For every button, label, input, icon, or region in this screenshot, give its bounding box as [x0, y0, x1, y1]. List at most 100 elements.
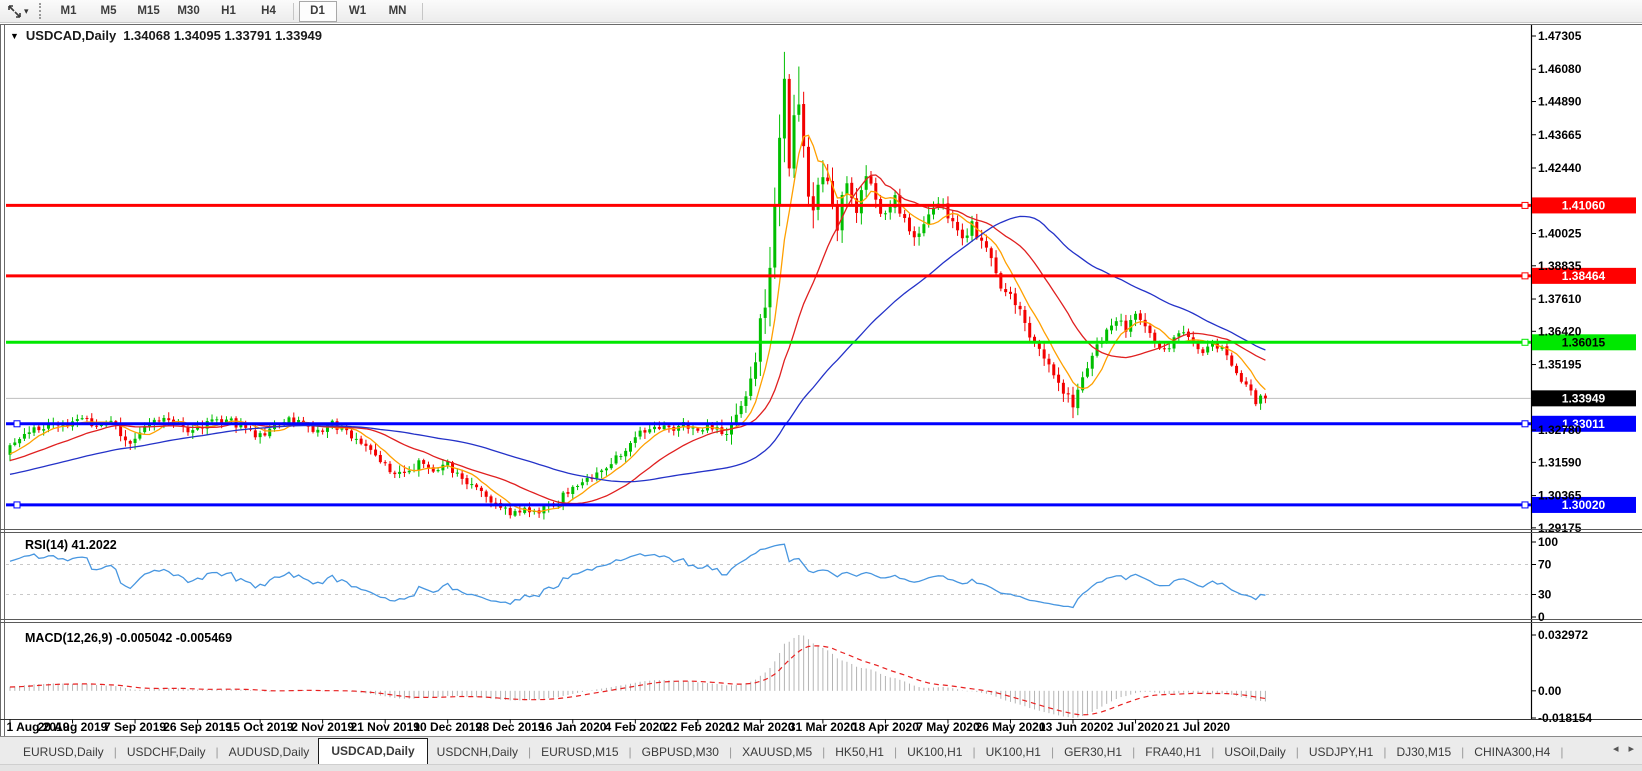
tab-fra40-h1[interactable]: FRA40,H1 — [1136, 741, 1210, 764]
candle-body — [725, 434, 729, 436]
line-handle[interactable] — [13, 420, 21, 428]
candle-body — [821, 177, 825, 185]
candle-body — [85, 417, 89, 419]
chevron-down-icon[interactable]: ▾ — [24, 6, 29, 17]
candle-body — [508, 508, 512, 516]
candle-body — [1047, 358, 1051, 365]
timeframe-button-d1[interactable]: D1 — [298, 0, 337, 22]
date-axis-label: 16 Jan 2020 — [539, 720, 607, 734]
timeframe-button-m15[interactable]: M15 — [130, 1, 168, 22]
candle-body — [619, 456, 623, 458]
collapse-triangle-icon[interactable]: ▼ — [10, 31, 19, 41]
candle-body — [513, 511, 517, 516]
candle-body — [393, 472, 397, 475]
candle-body — [956, 221, 960, 231]
line-handle[interactable] — [1521, 501, 1529, 509]
date-axis-label: 21 Nov 2019 — [350, 720, 420, 734]
macd-axis-label: -0.018154 — [1538, 711, 1592, 725]
candle-body — [662, 425, 666, 430]
line-handle[interactable] — [1521, 420, 1529, 428]
tab-uk100-h1[interactable]: UK100,H1 — [977, 741, 1050, 764]
line-handle[interactable] — [1521, 272, 1529, 280]
tab-usdcnh-daily[interactable]: USDCNH,Daily — [428, 741, 527, 764]
candle-body — [907, 217, 911, 232]
tab-eurusd-m15[interactable]: EURUSD,M15 — [532, 741, 627, 764]
tab-usdjpy-h1[interactable]: USDJPY,H1 — [1300, 741, 1382, 764]
timeframe-button-h1[interactable]: H1 — [210, 1, 248, 22]
tab-gbpusd-m30[interactable]: GBPUSD,M30 — [633, 741, 728, 764]
candle-body — [758, 318, 762, 362]
candle-body — [604, 468, 608, 471]
candle-body — [633, 437, 637, 443]
tab-ger30-h1[interactable]: GER30,H1 — [1055, 741, 1131, 764]
chart-symbol-label: USDCAD,Daily — [25, 28, 117, 43]
candle-body — [960, 229, 964, 239]
candle-body — [1225, 346, 1229, 356]
candle-body — [1105, 329, 1109, 343]
candle-body — [806, 146, 810, 197]
date-axis-label: 20 Aug 2019 — [38, 720, 108, 734]
tab-scroll-left-icon[interactable]: ◂ — [1613, 742, 1619, 755]
date-axis-label: 4 Feb 2020 — [605, 720, 667, 734]
rsi-axis-label: 100 — [1538, 535, 1558, 549]
candle-body — [1061, 382, 1065, 394]
price-axis-label: 1.36420 — [1538, 324, 1582, 338]
tab-china300-h4[interactable]: CHINA300,H4 — [1465, 741, 1559, 764]
candle-body — [1138, 313, 1142, 320]
candle-body — [162, 417, 166, 422]
candle-body — [1230, 355, 1234, 366]
candle-body — [229, 418, 233, 421]
timeframe-button-m1[interactable]: M1 — [50, 1, 88, 22]
tab-audusd-daily[interactable]: AUDUSD,Daily — [220, 741, 319, 764]
rsi-axis-label: 0 — [1538, 610, 1545, 624]
candle-body — [1177, 333, 1181, 337]
tab-usdchf-daily[interactable]: USDCHF,Daily — [118, 741, 215, 764]
chart-canvas[interactable]: 1.410601.384641.360151.330111.300201.473… — [0, 24, 1642, 736]
timeframe-button-m30[interactable]: M30 — [170, 1, 208, 22]
tab-uk100-h1[interactable]: UK100,H1 — [898, 741, 971, 764]
candle-body — [1235, 365, 1239, 374]
candle-body — [436, 470, 440, 472]
line-handle[interactable] — [1521, 201, 1529, 209]
toolbar-separator — [421, 2, 423, 20]
tab-separator: | — [1560, 745, 1564, 759]
candle-body — [316, 429, 320, 433]
candle-body — [378, 454, 382, 463]
tab-xauusd-m5[interactable]: XAUUSD,M5 — [733, 741, 821, 764]
candle-body — [965, 235, 969, 238]
candle-body — [253, 430, 257, 438]
tab-usdcad-daily[interactable]: USDCAD,Daily — [318, 738, 428, 764]
date-axis-label: 2 Jul 2020 — [1107, 720, 1165, 734]
candle-body — [1004, 289, 1008, 293]
tab-hk50-h1[interactable]: HK50,H1 — [826, 741, 893, 764]
candle-body — [826, 177, 830, 182]
candle-body — [220, 419, 224, 423]
tab-eurusd-daily[interactable]: EURUSD,Daily — [14, 741, 113, 764]
timeframe-button-h4[interactable]: H4 — [250, 1, 288, 22]
date-axis-label: 12 Mar 2020 — [726, 720, 794, 734]
line-handle[interactable] — [13, 501, 21, 509]
candle-body — [1254, 390, 1258, 405]
candle-body — [1182, 332, 1186, 334]
candle-body — [883, 213, 887, 215]
candle-body — [518, 510, 522, 513]
rsi-axis-label: 30 — [1538, 588, 1552, 602]
candle-body — [792, 115, 796, 169]
line-handle[interactable] — [1521, 338, 1529, 346]
candle-body — [157, 420, 161, 422]
candle-body — [811, 196, 815, 211]
tab-dj30-m15[interactable]: DJ30,M15 — [1387, 741, 1460, 764]
candle-body — [951, 218, 955, 222]
timeframe-button-mn[interactable]: MN — [379, 1, 417, 22]
date-axis-label: 7 May 2020 — [916, 720, 980, 734]
tab-usoil-daily[interactable]: USOil,Daily — [1215, 741, 1294, 764]
date-axis-label: 31 Mar 2020 — [789, 720, 857, 734]
tab-scroll-right-icon[interactable]: ▸ — [1628, 742, 1634, 755]
timeframe-button-m5[interactable]: M5 — [90, 1, 128, 22]
candle-body — [422, 460, 426, 464]
cursor-tool-icon[interactable] — [5, 3, 23, 19]
timeframe-button-w1[interactable]: W1 — [339, 1, 377, 22]
candle-body — [1071, 394, 1075, 408]
candle-body — [321, 430, 325, 432]
toolbar-grip[interactable] — [38, 3, 41, 19]
